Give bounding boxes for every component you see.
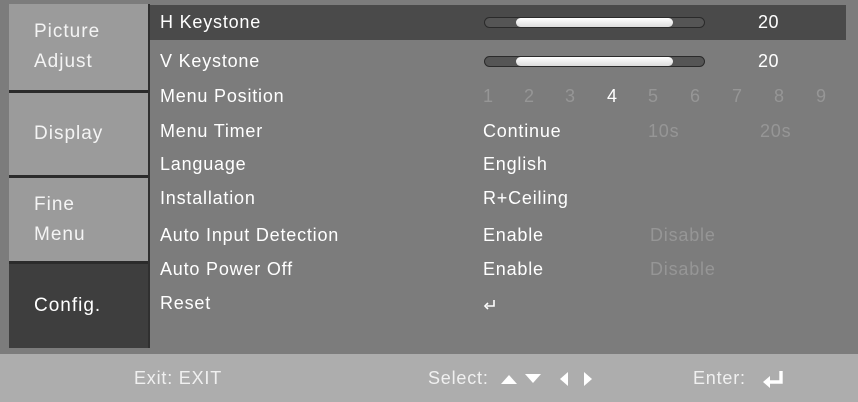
up-arrow-icon [501,375,518,385]
v-keystone-value: 20 [758,51,780,71]
row-menu-position[interactable]: Menu Position 1 2 3 4 5 6 7 8 9 [150,79,846,114]
row-auto-input-detection[interactable]: Auto Input Detection Enable Disable [150,218,846,253]
menu-position-option[interactable]: 6 [690,79,701,114]
v-keystone-slider[interactable] [484,56,705,67]
tab-config[interactable]: Config. [9,264,148,348]
enter-icon [762,371,783,389]
reset-label: Reset [160,293,212,313]
right-arrow-icon [583,372,592,387]
h-keystone-slider[interactable] [484,17,705,28]
menu-position-option[interactable]: 3 [565,79,576,114]
exit-hint: Exit: EXIT [134,368,223,388]
installation-label: Installation [160,188,256,208]
menu-position-option[interactable]: 9 [816,79,827,114]
h-keystone-value: 20 [758,12,780,32]
tab-label: Config. [34,295,102,316]
menu-position-option[interactable]: 8 [774,79,785,114]
tab-label: Fine [34,193,75,215]
auto-power-option[interactable]: Disable [650,252,716,287]
row-installation[interactable]: Installation R+Ceiling [150,181,846,216]
installation-value[interactable]: R+Ceiling [483,181,569,216]
auto-power-off-label: Auto Power Off [160,259,293,279]
menu-timer-option-selected[interactable]: Continue [483,114,561,149]
auto-input-detection-label: Auto Input Detection [160,225,340,245]
enter-hint: Enter: [693,354,786,402]
menu-position-option[interactable]: 7 [732,79,743,114]
projector-osd-menu: Picture Adjust Display Fine Menu Config.… [0,0,858,402]
row-v-keystone[interactable]: V Keystone 20 [150,44,846,79]
h-keystone-label: H Keystone [160,12,262,32]
enter-hint-label: Enter: [693,368,746,388]
auto-power-option-selected[interactable]: Enable [483,252,544,287]
row-h-keystone[interactable]: H Keystone 20 [150,5,846,40]
select-hint-label: Select: [428,368,489,388]
menu-timer-option[interactable]: 10s [648,114,679,149]
select-hint: Select: [428,354,594,402]
tab-picture-adjust[interactable]: Picture Adjust [9,4,148,90]
row-auto-power-off[interactable]: Auto Power Off Enable Disable [150,252,846,287]
down-arrow-icon [525,374,542,384]
menu-position-option-selected[interactable]: 4 [607,79,618,114]
menu-position-label: Menu Position [160,86,285,106]
row-language[interactable]: Language English [150,147,846,182]
row-menu-timer[interactable]: Menu Timer Continue 10s 20s [150,114,846,149]
tab-label: Display [34,123,104,144]
menu-position-option[interactable]: 2 [524,79,535,114]
auto-input-option[interactable]: Disable [650,218,716,253]
tab-label: Picture [34,21,101,42]
menu-timer-option[interactable]: 20s [760,114,791,149]
menu-position-option[interactable]: 1 [483,79,494,114]
footer-hint-bar: Exit: EXIT Select: Enter: [0,354,858,402]
menu-timer-label: Menu Timer [160,121,264,141]
left-arrow-icon [560,372,569,387]
slider-fill [515,57,674,66]
auto-input-option-selected[interactable]: Enable [483,218,544,253]
enter-icon[interactable] [483,287,497,322]
v-keystone-label: V Keystone [160,51,261,71]
language-value[interactable]: English [483,147,548,182]
tab-display[interactable]: Display [9,93,148,175]
tab-fine-menu[interactable]: Fine Menu [9,178,148,261]
row-reset[interactable]: Reset [150,286,846,321]
slider-fill [515,18,674,27]
language-label: Language [160,154,247,174]
menu-position-option[interactable]: 5 [648,79,659,114]
tab-label: Adjust [34,51,93,72]
tab-label: Menu [34,223,86,245]
